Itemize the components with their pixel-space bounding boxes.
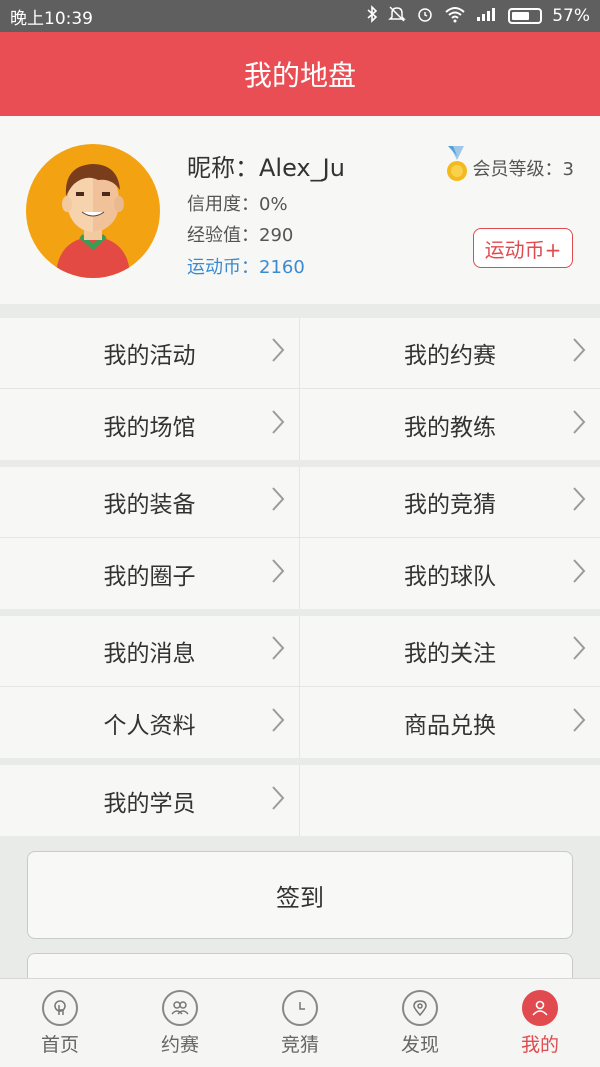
menu-goods-exchange[interactable]: 商品兑换 xyxy=(300,687,600,758)
status-time: 晚上10:39 xyxy=(10,8,93,29)
menu-my-venues[interactable]: 我的场馆 xyxy=(0,389,300,460)
tab-guess-label: 竞猜 xyxy=(280,1033,319,1056)
chevron-right-icon xyxy=(572,337,586,369)
tab-home[interactable]: 首页 xyxy=(0,979,120,1067)
add-coins-button[interactable]: 运动币+ xyxy=(473,228,573,268)
tab-match[interactable]: 约赛 xyxy=(120,979,240,1067)
user-icon xyxy=(522,989,558,1026)
menu-my-coaches[interactable]: 我的教练 xyxy=(300,389,600,460)
tab-discover-label: 发现 xyxy=(400,1033,439,1056)
medal-icon xyxy=(445,146,469,189)
people-icon xyxy=(162,989,198,1026)
clock-icon xyxy=(282,989,318,1026)
tab-discover[interactable]: 发现 xyxy=(360,979,480,1067)
battery-level: 57% xyxy=(552,6,590,26)
tab-home-label: 首页 xyxy=(40,1033,79,1056)
signin-button[interactable]: 签到 xyxy=(27,851,573,939)
tab-mine[interactable]: 我的 xyxy=(480,979,600,1067)
profile-card: 昵称：Alex_Ju 信用度：0% 经验值：290 运动币：2160 会员等级：… xyxy=(0,116,600,304)
tab-match-label: 约赛 xyxy=(160,1033,199,1056)
menu-my-teams[interactable]: 我的球队 xyxy=(300,538,600,609)
menu-group-4: 我的学员 xyxy=(0,765,600,836)
credit-score: 信用度：0% xyxy=(187,194,288,215)
status-bar: 晚上10:39 57% xyxy=(0,0,600,32)
chevron-right-icon xyxy=(271,785,285,817)
menu-my-equipment[interactable]: 我的装备 xyxy=(0,467,300,537)
menu-my-students[interactable]: 我的学员 xyxy=(0,765,300,836)
menu-my-guesses[interactable]: 我的竞猜 xyxy=(300,467,600,537)
menu-profile-info[interactable]: 个人资料 xyxy=(0,687,300,758)
chevron-right-icon xyxy=(572,635,586,667)
menu-my-follows[interactable]: 我的关注 xyxy=(300,616,600,686)
sport-coins: 运动币：2160 xyxy=(187,257,305,278)
tab-mine-label: 我的 xyxy=(520,1033,559,1056)
member-level: 会员等级：3 xyxy=(445,146,574,189)
chevron-right-icon xyxy=(572,707,586,739)
bluetooth-icon xyxy=(366,5,378,27)
chevron-right-icon xyxy=(271,486,285,518)
chevron-right-icon xyxy=(271,409,285,441)
location-icon xyxy=(402,989,438,1026)
menu-group-1: 我的活动 我的约赛 我的场馆 我的教练 xyxy=(0,318,600,460)
chevron-right-icon xyxy=(271,635,285,667)
wifi-icon xyxy=(444,5,466,27)
menu-my-circles[interactable]: 我的圈子 xyxy=(0,538,300,609)
page-title: 我的地盘 xyxy=(0,32,600,116)
menu-group-2: 我的装备 我的竞猜 我的圈子 我的球队 xyxy=(0,467,600,609)
chevron-right-icon xyxy=(572,558,586,590)
chevron-right-icon xyxy=(572,486,586,518)
nickname: 昵称：Alex_Ju xyxy=(187,154,345,182)
menu-my-activities[interactable]: 我的活动 xyxy=(0,318,300,388)
mute-icon xyxy=(388,5,407,27)
experience-value: 经验值：290 xyxy=(187,225,294,246)
menu-group-3: 我的消息 我的关注 个人资料 商品兑换 xyxy=(0,616,600,758)
chevron-right-icon xyxy=(572,409,586,441)
battery-icon xyxy=(508,8,543,24)
menu-empty-cell xyxy=(300,765,600,836)
chevron-right-icon xyxy=(271,337,285,369)
bottom-tab-bar: 首页 约赛 竞猜 发现 我的 xyxy=(0,978,600,1067)
member-level-text: 会员等级：3 xyxy=(472,158,574,180)
chevron-right-icon xyxy=(271,558,285,590)
tab-guess[interactable]: 竞猜 xyxy=(240,979,360,1067)
chevron-right-icon xyxy=(271,707,285,739)
menu-my-messages[interactable]: 我的消息 xyxy=(0,616,300,686)
alarm-icon xyxy=(416,5,434,27)
menu-my-matches[interactable]: 我的约赛 xyxy=(300,318,600,388)
signal-icon xyxy=(476,6,498,26)
touch-icon xyxy=(42,989,78,1026)
avatar[interactable] xyxy=(26,144,160,278)
